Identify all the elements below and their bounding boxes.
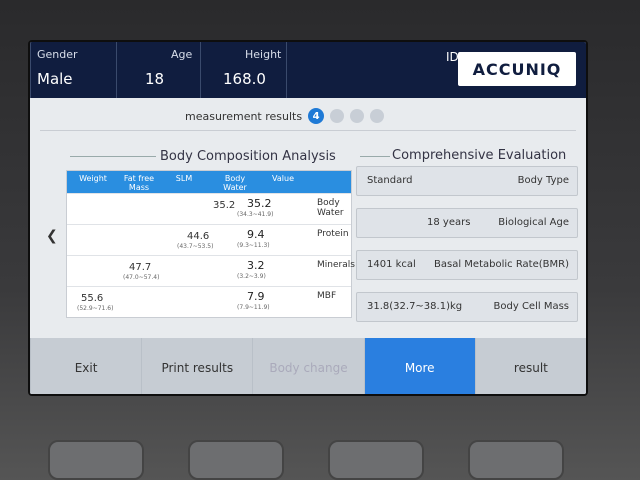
hardware-key[interactable] xyxy=(328,440,424,480)
table-row: MBF 7.9 (7.9~11.9) 55.6 (52.9~71.6) xyxy=(67,286,351,317)
ce-item-value: 1401 kcal xyxy=(367,259,416,270)
ce-item-bmr[interactable]: Basal Metabolic Rate(BMR) 1401 kcal xyxy=(356,250,578,280)
divider xyxy=(40,130,576,131)
ce-item-value: 18 years xyxy=(427,217,471,228)
body-change-button[interactable]: Body change xyxy=(252,338,364,394)
bca-header-row: Value Body Water SLM Fat free Mass Weigh… xyxy=(67,171,351,193)
row-extra-value: 47.7 xyxy=(129,262,152,273)
physical-keys xyxy=(48,440,564,480)
row-name: MBF xyxy=(317,291,337,301)
ce-item-value: Standard xyxy=(367,175,413,186)
gender-value: Male xyxy=(37,70,73,88)
hardware-key[interactable] xyxy=(188,440,284,480)
table-row: Minerals 3.2 (3.2~3.9) 47.7 (47.0~57.4) xyxy=(67,255,355,286)
bca-title: Body Composition Analysis xyxy=(160,149,336,164)
header-bar: Gender Male Age 18 Height 168.0 ID ACCUN… xyxy=(30,42,586,98)
ce-item-body-cell-mass[interactable]: Body Cell Mass 31.8(32.7~38.1)kg xyxy=(356,292,578,322)
row-range: (9.3~11.3) xyxy=(237,242,270,249)
col-header: Body Water xyxy=(223,174,247,192)
exit-button[interactable]: Exit xyxy=(30,338,142,394)
gender-label: Gender xyxy=(37,48,78,61)
gender-field: Gender Male xyxy=(30,42,116,98)
ce-item-label: Basal Metabolic Rate(BMR) xyxy=(434,259,569,270)
row-value: 35.2 xyxy=(247,197,272,210)
chevron-left-icon[interactable]: ❮ xyxy=(46,228,58,244)
row-range: (7.9~11.9) xyxy=(237,304,270,311)
ce-item-label: Body Type xyxy=(517,175,569,186)
row-name: Body Water xyxy=(317,198,344,218)
result-button[interactable]: result xyxy=(474,338,586,394)
row-extra-range: (47.0~57.4) xyxy=(123,274,160,281)
row-extra-value: 35.2 xyxy=(213,200,236,211)
row-range: (3.2~3.9) xyxy=(237,273,266,280)
hardware-key[interactable] xyxy=(468,440,564,480)
age-field: Age 18 xyxy=(116,42,200,98)
bottom-nav: result More Body change Print results Ex… xyxy=(30,338,586,394)
row-name: Protein xyxy=(317,229,349,239)
col-header: Value xyxy=(272,174,294,183)
step-dot-icon xyxy=(330,109,345,123)
row-name: Minerals xyxy=(317,260,355,270)
brand-logo: ACCUNIQ xyxy=(458,52,576,86)
height-value: 168.0 xyxy=(223,70,266,88)
row-value: 7.9 xyxy=(247,290,265,303)
row-extra-value: 55.6 xyxy=(81,293,104,304)
ce-title: Comprehensive Evaluation xyxy=(392,148,567,163)
section-rule xyxy=(70,156,156,157)
row-extra-value: 44.6 xyxy=(187,231,210,242)
row-range: (34.3~41.9) xyxy=(237,211,274,218)
ce-item-body-type[interactable]: Body Type Standard xyxy=(356,166,578,196)
screen: Gender Male Age 18 Height 168.0 ID ACCUN… xyxy=(28,40,588,396)
ce-item-label: Biological Age xyxy=(498,217,569,228)
row-value: 9.4 xyxy=(247,228,265,241)
ce-item-value: 31.8(32.7~38.1)kg xyxy=(367,301,463,312)
col-header: SLM xyxy=(175,174,193,183)
hardware-key[interactable] xyxy=(48,440,144,480)
row-extra-range: (52.9~71.6) xyxy=(77,305,114,312)
height-label: Height xyxy=(245,48,282,61)
more-button[interactable]: More xyxy=(363,338,475,394)
ce-item-label: Body Cell Mass xyxy=(493,301,569,312)
id-label: ID xyxy=(446,50,459,64)
row-value: 3.2 xyxy=(247,259,265,272)
step-label: measurement results xyxy=(185,109,303,123)
row-extra-range: (43.7~53.5) xyxy=(177,243,214,250)
section-rule xyxy=(360,156,390,157)
col-header: Weight xyxy=(79,174,107,183)
step-dot-icon xyxy=(350,109,365,123)
age-value: 18 xyxy=(145,70,165,88)
table-row: Body Water 35.2 (34.3~41.9) 35.2 xyxy=(67,193,351,224)
print-results-button[interactable]: Print results xyxy=(141,338,253,394)
step-indicator: measurement results 4 xyxy=(185,106,385,126)
col-header: Fat free Mass xyxy=(123,174,155,192)
id-field xyxy=(286,42,456,98)
table-row: Protein 9.4 (9.3~11.3) 44.6 (43.7~53.5) xyxy=(67,224,351,255)
ce-item-biological-age[interactable]: Biological Age 18 years xyxy=(356,208,578,238)
height-field: Height 168.0 xyxy=(200,42,286,98)
step-active-icon: 4 xyxy=(308,108,325,124)
age-label: Age xyxy=(171,48,193,61)
step-dot-icon xyxy=(370,109,385,123)
bca-table: Value Body Water SLM Fat free Mass Weigh… xyxy=(66,170,355,318)
